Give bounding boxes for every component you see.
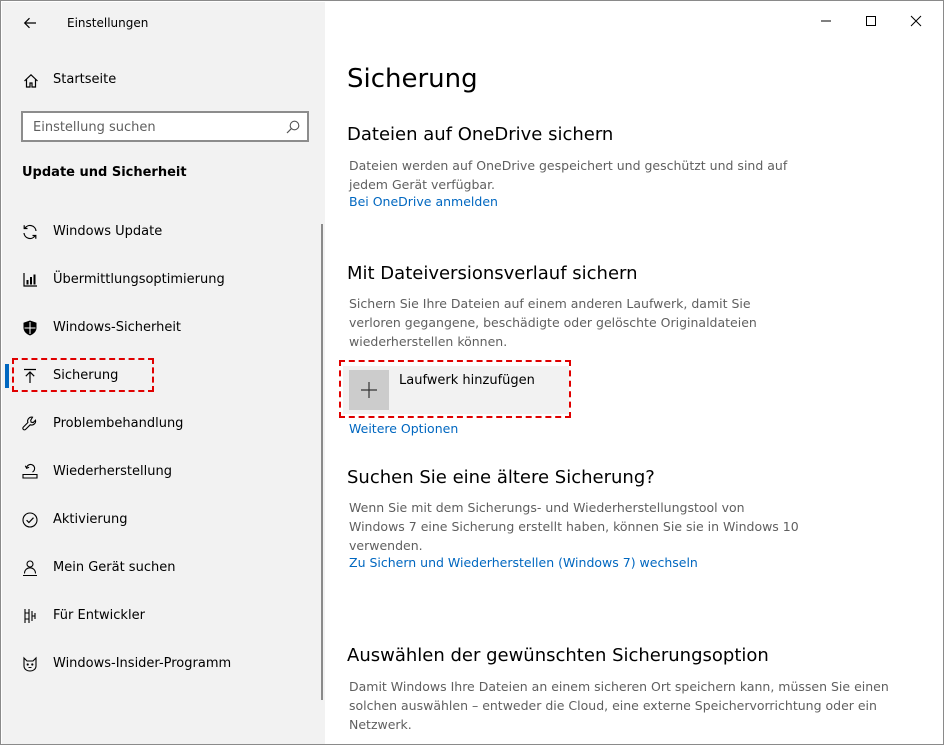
app-title: Einstellungen xyxy=(67,16,149,30)
recovery-icon xyxy=(22,463,38,479)
back-button[interactable] xyxy=(16,10,44,36)
settings-window: Einstellungen Startseite Update und Sich… xyxy=(0,0,944,745)
sidebar-item-label: Windows-Insider-Programm xyxy=(53,656,232,671)
main-content: Sicherung Dateien auf OneDrive sichern D… xyxy=(325,2,943,744)
sidebar-item-label: Aktivierung xyxy=(53,512,128,527)
sidebar-item-windows-update[interactable]: Windows Update xyxy=(2,212,320,252)
choose-option-heading: Auswählen der gewünschten Sicherungsopti… xyxy=(347,645,769,666)
sidebar: Einstellungen Startseite Update und Sich… xyxy=(2,2,325,744)
sidebar-item-label: Problembehandlung xyxy=(53,416,184,431)
onedrive-signin-link[interactable]: Bei OneDrive anmelden xyxy=(349,194,498,209)
back-arrow-icon xyxy=(23,17,36,29)
insider-cat-icon xyxy=(23,656,37,672)
add-drive-label: Laufwerk hinzufügen xyxy=(399,373,535,388)
person-pin-icon xyxy=(23,560,37,577)
sidebar-item-insider[interactable]: Windows-Insider-Programm xyxy=(2,644,320,684)
sidebar-item-activation[interactable]: Aktivierung xyxy=(2,500,320,540)
sidebar-item-label: Übermittlungsoptimierung xyxy=(53,272,225,287)
delivery-optimization-icon xyxy=(23,273,37,287)
developer-icon xyxy=(24,609,36,623)
home-icon xyxy=(24,73,38,88)
onedrive-heading: Dateien auf OneDrive sichern xyxy=(347,124,614,145)
sidebar-item-label: Für Entwickler xyxy=(53,608,145,623)
older-backup-heading: Suchen Sie eine ältere Sicherung? xyxy=(347,467,655,488)
plus-icon xyxy=(361,382,377,398)
file-history-heading: Mit Dateiversionsverlauf sichern xyxy=(347,263,638,284)
sidebar-scrollbar[interactable] xyxy=(321,224,323,700)
wrench-icon xyxy=(22,416,37,431)
active-indicator xyxy=(5,364,9,388)
page-title: Sicherung xyxy=(347,64,478,94)
refresh-icon xyxy=(23,224,37,240)
shield-icon xyxy=(23,320,37,336)
choose-option-description: Damit Windows Ihre Dateien an einem sich… xyxy=(349,679,889,732)
search-box[interactable] xyxy=(21,111,309,142)
sidebar-item-developers[interactable]: Für Entwickler xyxy=(2,596,320,636)
more-options-link[interactable]: Weitere Optionen xyxy=(349,421,458,436)
checkmark-circle-icon xyxy=(22,512,38,528)
sidebar-item-backup[interactable]: Sicherung xyxy=(2,356,320,396)
sidebar-item-label: Windows-Sicherheit xyxy=(53,320,182,335)
sidebar-item-label: Windows Update xyxy=(53,224,163,239)
older-backup-description: Wenn Sie mit dem Sicherungs- und Wiederh… xyxy=(349,500,799,553)
sidebar-item-label: Sicherung xyxy=(53,368,119,383)
sidebar-item-label: Startseite xyxy=(53,72,117,87)
sidebar-item-recovery[interactable]: Wiederherstellung xyxy=(2,452,320,492)
section-title: Update und Sicherheit xyxy=(22,165,187,180)
add-drive-tile xyxy=(349,370,389,410)
search-icon[interactable] xyxy=(285,119,301,135)
sidebar-item-find-my-device[interactable]: Mein Gerät suchen xyxy=(2,548,320,588)
sidebar-item-windows-security[interactable]: Windows-Sicherheit xyxy=(2,308,320,348)
sidebar-item-troubleshoot[interactable]: Problembehandlung xyxy=(2,404,320,444)
file-history-description: Sichern Sie Ihre Dateien auf einem ander… xyxy=(349,296,757,349)
backup-arrow-icon xyxy=(24,368,36,383)
sidebar-item-label: Wiederherstellung xyxy=(53,464,172,479)
search-input[interactable] xyxy=(33,118,283,136)
windows7-backup-link[interactable]: Zu Sichern und Wiederherstellen (Windows… xyxy=(349,555,698,570)
sidebar-item-home[interactable]: Startseite xyxy=(2,64,325,96)
onedrive-description: Dateien werden auf OneDrive gespeichert … xyxy=(349,158,788,192)
add-drive-button[interactable]: Laufwerk hinzufügen xyxy=(343,366,569,414)
sidebar-item-delivery-optimization[interactable]: Übermittlungsoptimierung xyxy=(2,260,320,300)
sidebar-item-label: Mein Gerät suchen xyxy=(53,560,176,575)
